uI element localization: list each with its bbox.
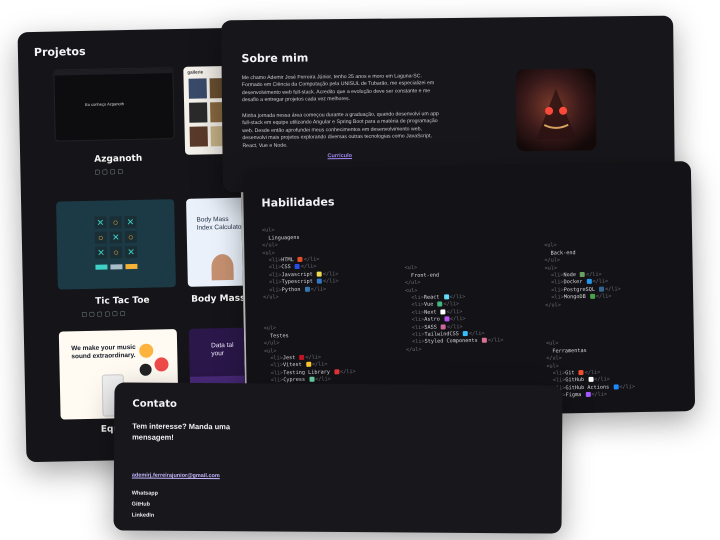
- skill-item: HTML: [281, 257, 294, 264]
- figma-icon: [585, 392, 591, 398]
- resume-link[interactable]: Currículo: [328, 153, 353, 159]
- data-thumb-text: Data tal your: [211, 341, 234, 358]
- skills-group-linguagens: <ul> Linguagens </ul> <ul> <li>HTML </li…: [261, 227, 339, 301]
- avatar: [515, 68, 597, 152]
- whatsapp-link[interactable]: Whatsapp: [132, 491, 158, 497]
- project-name-azganoth[interactable]: Azganoth: [94, 154, 142, 165]
- project-thumb-tictactoe[interactable]: ✕ ○ ✕ ○ ✕ ○ ✕ ○ ✕: [56, 199, 176, 290]
- project-name-tictactoe[interactable]: Tic Tac Toe: [95, 296, 150, 307]
- docker-icon: [586, 279, 592, 285]
- equalizer-thumb-text: We make your music sound extraordinary.: [71, 343, 136, 361]
- project-thumb-bmi[interactable]: Body Mass Index Calculator: [186, 197, 247, 287]
- tech-icons: ▢▢▢▢: [94, 169, 126, 176]
- tech-icons: ▢▢▢▢▢▢: [81, 311, 128, 319]
- next-icon: [440, 309, 446, 315]
- project-name-bmi[interactable]: Body Mass Inc: [191, 293, 246, 305]
- gallerie-thumb-text: gallerie: [187, 69, 204, 75]
- css-icon: [294, 264, 300, 270]
- node-icon: [580, 272, 586, 278]
- about-paragraph-2: Minha jornada nessa área começou durante…: [242, 111, 439, 149]
- tailwind-icon: [462, 331, 469, 337]
- skills-group-backend: <ul> Back-end </ul> <ul> <li>Node </li> …: [544, 242, 621, 309]
- linkedin-link[interactable]: LinkedIn: [132, 513, 155, 519]
- bmi-thumb-text: Body Mass Index Calculator: [196, 215, 244, 232]
- git-icon: [578, 370, 584, 376]
- contact-subtitle: Tem interesse? Manda uma mensagem!: [132, 421, 231, 442]
- javascript-icon: [316, 271, 322, 277]
- skills-title: Habilidades: [261, 195, 335, 210]
- jest-icon: [299, 354, 305, 360]
- skills-panel: Habilidades <ul> Linguagens </ul> <ul> <…: [242, 161, 696, 419]
- skills-group-frontend: <ul> Front-end </ul> <ul> <li>React </li…: [404, 265, 504, 353]
- contact-panel: Contato Tem interesse? Manda uma mensage…: [113, 382, 563, 534]
- github-actions-icon: [613, 384, 619, 390]
- mongodb-icon: [589, 294, 595, 300]
- cypress-icon: [309, 376, 315, 383]
- github-link[interactable]: GitHub: [132, 502, 150, 508]
- email-link[interactable]: ademirj.ferreirajunior@gmail.com: [132, 473, 220, 480]
- group-label: Front-end: [410, 272, 440, 279]
- vue-icon: [437, 301, 443, 307]
- html-icon: [297, 256, 303, 263]
- project-thumb-azganoth[interactable]: Eu conheço Azganoth: [53, 67, 175, 142]
- typescript-icon: [316, 278, 322, 284]
- skills-group-testes: <ul> Testes </ul> <ul> <li>Jest </li> <l…: [263, 325, 356, 391]
- react-icon: [443, 294, 449, 300]
- skill-item: Python: [281, 286, 301, 293]
- azganoth-thumb-text: Eu conheço Azganoth: [84, 101, 125, 107]
- about-paragraph-1: Me chamo Ademir José Ferreira Júnior, te…: [241, 73, 435, 104]
- github-icon: [588, 377, 594, 383]
- skill-item: CSS: [281, 264, 291, 271]
- astro-icon: [443, 316, 450, 322]
- skill-item: Typescript: [281, 278, 313, 286]
- contact-title: Contato: [132, 398, 177, 410]
- projects-title: Projetos: [33, 44, 86, 60]
- postgresql-icon: [599, 286, 605, 292]
- sass-icon: [440, 324, 447, 330]
- group-label: Linguagens: [268, 234, 300, 242]
- about-title: Sobre mim: [241, 51, 309, 66]
- testing-library-icon: [334, 369, 340, 375]
- python-icon: [304, 286, 310, 292]
- styled-components-icon: [481, 338, 487, 344]
- vitest-icon: [305, 362, 311, 368]
- skill-item: Javascript: [281, 271, 313, 279]
